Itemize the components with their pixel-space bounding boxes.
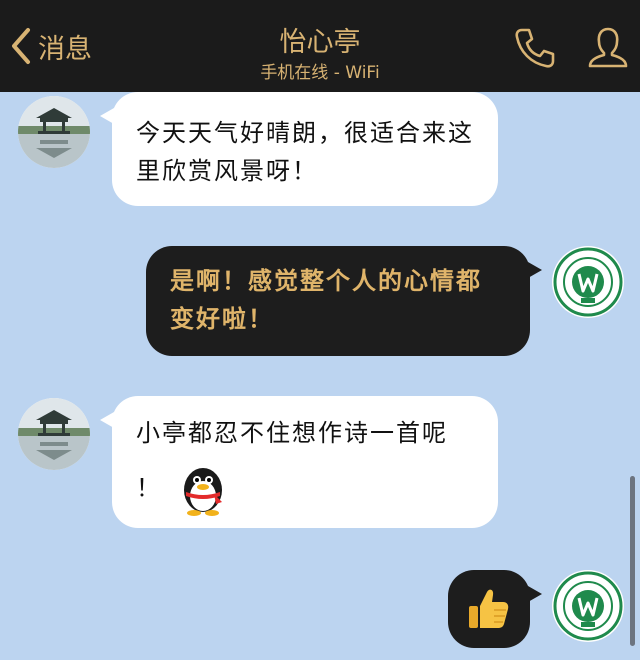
pavilion-avatar[interactable]: [18, 398, 90, 470]
phone-icon[interactable]: [510, 24, 558, 72]
message-bubble-outgoing[interactable]: 是啊！感觉整个人的心情都变好啦！: [146, 246, 530, 356]
message-text: 今天天气好晴朗，很适合来这里欣赏风景呀！: [136, 119, 474, 185]
scrollbar[interactable]: [630, 476, 635, 646]
message-bubble-outgoing[interactable]: [448, 570, 530, 648]
penguin-emoji: [184, 468, 222, 516]
bubble-tail: [100, 108, 114, 124]
bubble-tail: [100, 412, 114, 428]
person-icon[interactable]: [584, 24, 632, 72]
university-logo-avatar[interactable]: [552, 570, 624, 642]
message-text: 是啊！感觉整个人的心情都变好啦！: [170, 266, 482, 333]
message-text: ！: [136, 474, 162, 502]
bubble-tail: [528, 586, 542, 602]
thumbs-up-emoji: [469, 589, 509, 628]
message-bubble-incoming[interactable]: 今天天气好晴朗，很适合来这里欣赏风景呀！: [112, 92, 498, 206]
message-bubble-incoming[interactable]: 小亭都忍不住想作诗一首呢 ！: [112, 396, 498, 528]
university-logo-avatar[interactable]: [552, 246, 624, 318]
pavilion-avatar[interactable]: [18, 96, 90, 168]
message-text: 小亭都忍不住想作诗一首呢: [136, 419, 448, 447]
chat-header: 消息 怡心亭 手机在线 - WiFi: [0, 0, 640, 92]
bubble-tail: [528, 262, 542, 278]
